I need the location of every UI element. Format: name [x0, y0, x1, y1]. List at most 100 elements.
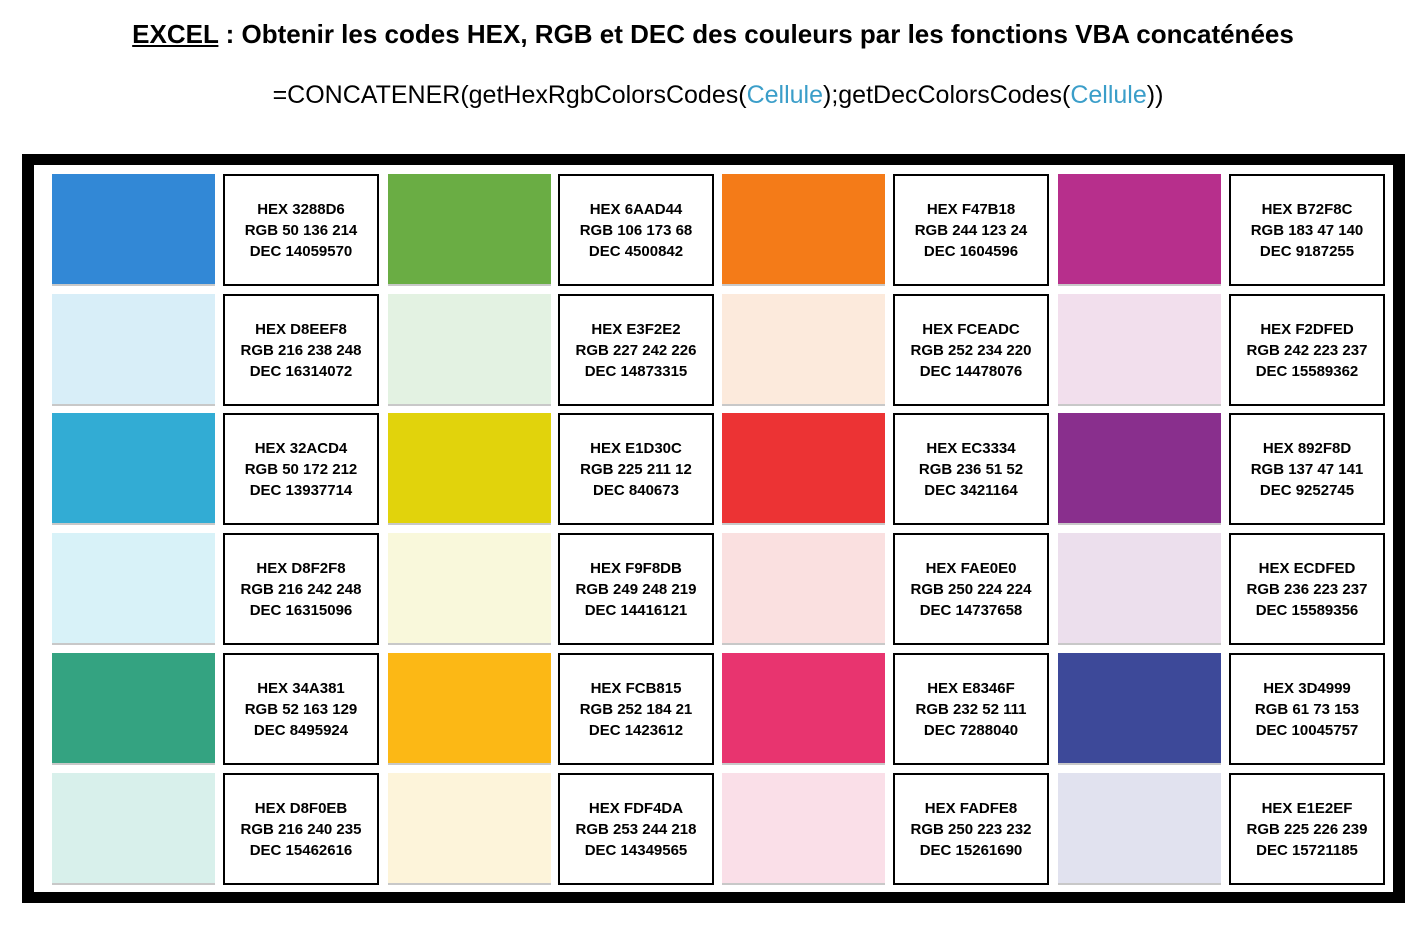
color-hex-code: HEX FDF4DA: [588, 799, 684, 817]
color-hex-code: HEX 892F8D: [1262, 439, 1352, 457]
color-code-box: HEX D8EEF8 RGB 216 238 248 DEC 16314072: [223, 294, 379, 406]
color-rgb-code: RGB 50 172 212: [244, 460, 358, 478]
title-text: : Obtenir les codes HEX, RGB et DEC des …: [218, 19, 1294, 49]
color-code-box: HEX F2DFED RGB 242 223 237 DEC 15589362: [1229, 294, 1385, 406]
color-rgb-code: RGB 236 51 52: [918, 460, 1024, 478]
color-dec-code: DEC 13937714: [249, 481, 353, 499]
color-swatch: [722, 773, 885, 885]
formula-part3: )): [1146, 81, 1164, 109]
color-code-box: HEX EC3334 RGB 236 51 52 DEC 3421164: [893, 413, 1049, 525]
color-hex-code: HEX E3F2E2: [591, 320, 681, 338]
color-rgb-code: RGB 216 240 235: [240, 820, 362, 838]
color-rgb-code: RGB 52 163 129: [244, 700, 358, 718]
color-dec-code: DEC 9187255: [1259, 242, 1355, 260]
color-dec-code: DEC 10045757: [1255, 721, 1359, 739]
color-hex-code: HEX B72F8C: [1261, 200, 1353, 218]
color-dec-code: DEC 840673: [593, 481, 679, 499]
color-code-box: HEX 3288D6 RGB 50 136 214 DEC 14059570: [223, 174, 379, 286]
color-code-box: HEX 34A381 RGB 52 163 129 DEC 8495924: [223, 653, 379, 765]
color-rgb-code: RGB 216 242 248: [240, 580, 362, 598]
color-hex-code: HEX E8346F: [927, 679, 1015, 697]
color-swatch: [722, 413, 885, 525]
color-code-box: HEX E1E2EF RGB 225 226 239 DEC 15721185: [1229, 773, 1385, 885]
color-rgb-code: RGB 61 73 153: [1254, 700, 1360, 718]
color-rgb-code: RGB 225 211 12: [580, 460, 692, 478]
color-code-box: HEX FCB815 RGB 252 184 21 DEC 1423612: [558, 653, 714, 765]
color-code-box: HEX 3D4999 RGB 61 73 153 DEC 10045757: [1229, 653, 1385, 765]
color-hex-code: HEX D8F2F8: [256, 559, 346, 577]
color-rgb-code: RGB 250 223 232: [910, 820, 1032, 838]
color-rgb-code: RGB 253 244 218: [575, 820, 697, 838]
color-hex-code: HEX E1D30C: [590, 439, 682, 457]
color-rgb-code: RGB 50 136 214: [244, 221, 358, 239]
color-code-box: HEX FCEADC RGB 252 234 220 DEC 14478076: [893, 294, 1049, 406]
color-hex-code: HEX D8F0EB: [254, 799, 348, 817]
color-swatch: [722, 533, 885, 645]
color-code-box: HEX 32ACD4 RGB 50 172 212 DEC 13937714: [223, 413, 379, 525]
color-rgb-code: RGB 236 223 237: [1246, 580, 1368, 598]
color-dec-code: DEC 8495924: [253, 721, 349, 739]
color-rgb-code: RGB 252 184 21: [579, 700, 693, 718]
color-rgb-code: RGB 250 224 224: [910, 580, 1032, 598]
color-code-box: HEX 892F8D RGB 137 47 141 DEC 9252745: [1229, 413, 1385, 525]
color-swatch: [388, 653, 551, 765]
color-dec-code: DEC 16314072: [249, 362, 353, 380]
color-hex-code: HEX 3288D6: [257, 200, 345, 218]
color-rgb-code: RGB 244 123 24: [914, 221, 1028, 239]
color-rgb-code: RGB 252 234 220: [910, 341, 1032, 359]
color-swatch: [52, 413, 215, 525]
color-swatch: [1058, 653, 1221, 765]
color-code-box: HEX E1D30C RGB 225 211 12 DEC 840673: [558, 413, 714, 525]
color-hex-code: HEX FCEADC: [922, 320, 1020, 338]
color-code-box: HEX E3F2E2 RGB 227 242 226 DEC 14873315: [558, 294, 714, 406]
color-code-box: HEX D8F0EB RGB 216 240 235 DEC 15462616: [223, 773, 379, 885]
color-code-box: HEX D8F2F8 RGB 216 242 248 DEC 16315096: [223, 533, 379, 645]
color-swatch: [52, 773, 215, 885]
color-dec-code: DEC 15589356: [1255, 601, 1359, 619]
color-swatch: [1058, 773, 1221, 885]
color-code-box: HEX FADFE8 RGB 250 223 232 DEC 15261690: [893, 773, 1049, 885]
color-rgb-code: RGB 106 173 68: [579, 221, 693, 239]
color-swatch: [52, 294, 215, 406]
color-dec-code: DEC 9252745: [1259, 481, 1355, 499]
color-dec-code: DEC 3421164: [924, 481, 1018, 499]
formula-arg2: Cellule: [1070, 81, 1147, 109]
color-swatch: [52, 533, 215, 645]
title-excel: EXCEL: [132, 19, 219, 49]
formula-part2: );getDecColorsCodes(: [823, 81, 1071, 109]
color-hex-code: HEX E1E2EF: [1261, 799, 1353, 817]
color-hex-code: HEX D8EEF8: [255, 320, 347, 338]
color-hex-code: HEX 6AAD44: [589, 200, 683, 218]
color-code-box: HEX 6AAD44 RGB 106 173 68 DEC 4500842: [558, 174, 714, 286]
color-dec-code: DEC 14416121: [584, 601, 688, 619]
color-rgb-code: RGB 225 226 239: [1246, 820, 1368, 838]
color-hex-code: HEX F2DFED: [1260, 320, 1354, 338]
color-rgb-code: RGB 227 242 226: [575, 341, 697, 359]
color-dec-code: DEC 15589362: [1255, 362, 1359, 380]
color-rgb-code: RGB 216 238 248: [240, 341, 362, 359]
formula-line: =CONCATENER(getHexRgbColorsCodes(Cellule…: [0, 80, 1426, 110]
color-hex-code: HEX 3D4999: [1263, 679, 1351, 697]
color-swatch: [388, 533, 551, 645]
color-hex-code: HEX F47B18: [926, 200, 1016, 218]
color-code-box: HEX F9F8DB RGB 249 248 219 DEC 14416121: [558, 533, 714, 645]
color-dec-code: DEC 14349565: [584, 841, 688, 859]
color-dec-code: DEC 7288040: [923, 721, 1019, 739]
color-rgb-code: RGB 183 47 140: [1250, 221, 1364, 239]
color-dec-code: DEC 15261690: [919, 841, 1023, 859]
color-rgb-code: RGB 242 223 237: [1246, 341, 1368, 359]
color-swatch: [388, 413, 551, 525]
color-code-box: HEX F47B18 RGB 244 123 24 DEC 1604596: [893, 174, 1049, 286]
color-hex-code: HEX 32ACD4: [254, 439, 348, 457]
color-hex-code: HEX FADFE8: [924, 799, 1018, 817]
color-rgb-code: RGB 137 47 141: [1250, 460, 1364, 478]
color-dec-code: DEC 15721185: [1256, 841, 1358, 859]
color-hex-code: HEX ECDFED: [1258, 559, 1356, 577]
color-dec-code: DEC 1423612: [588, 721, 684, 739]
color-dec-code: DEC 14873315: [584, 362, 688, 380]
color-hex-code: HEX FAE0E0: [925, 559, 1017, 577]
color-dec-code: DEC 14737658: [919, 601, 1023, 619]
color-swatch: [388, 174, 551, 286]
color-swatch: [1058, 294, 1221, 406]
formula-arg1: Cellule: [746, 81, 823, 109]
